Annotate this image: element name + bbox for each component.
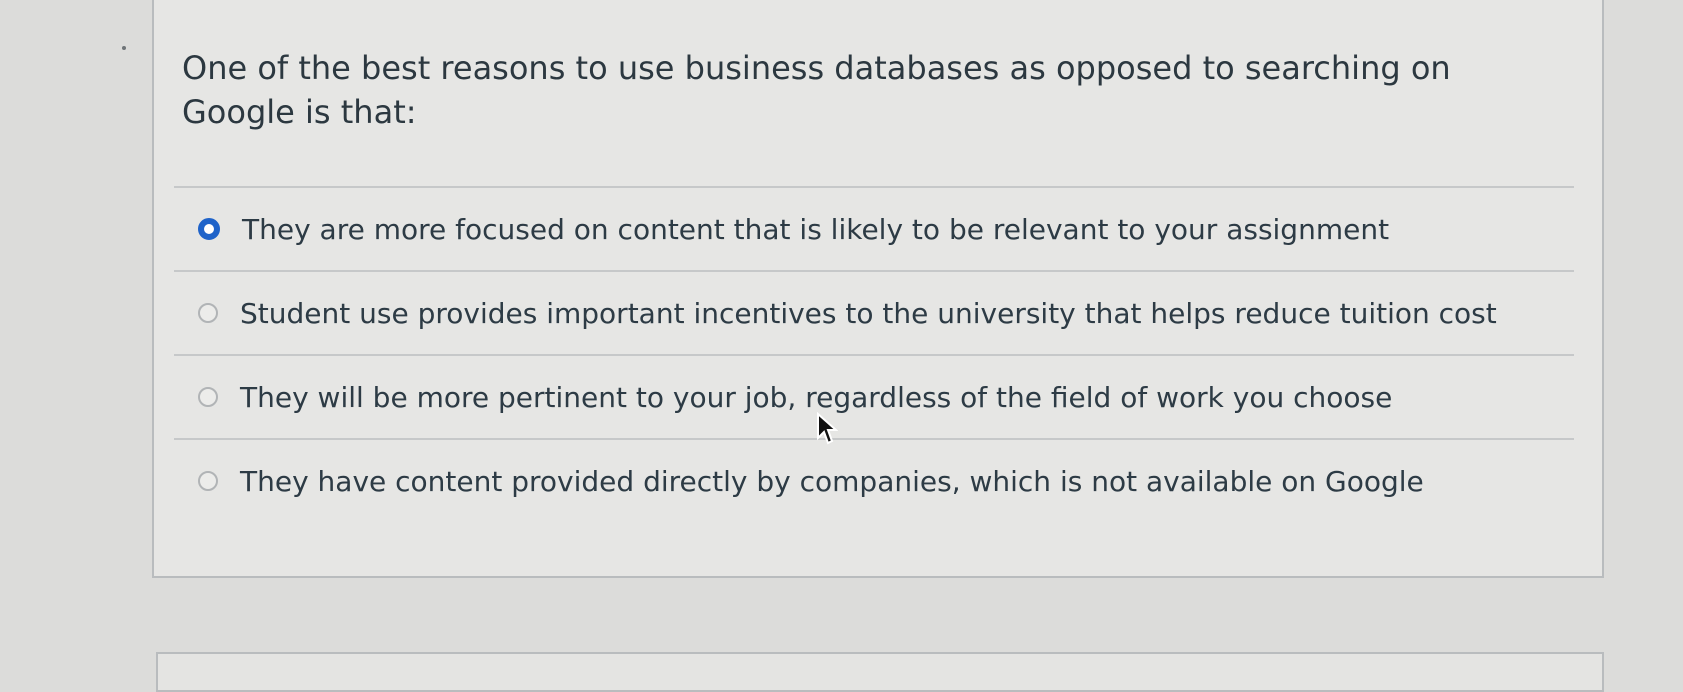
radio-unchecked-icon[interactable] [198, 387, 218, 407]
bullet-marker [122, 46, 126, 50]
mouse-pointer-icon [817, 412, 838, 445]
question-text: One of the best reasons to use business … [182, 49, 1451, 131]
answer-label-1: They are more focused on content that is… [242, 212, 1390, 246]
answer-option-2[interactable]: Student use provides important incentive… [174, 270, 1574, 354]
radio-unchecked-icon[interactable] [198, 471, 218, 491]
answer-label-3: They will be more pertinent to your job,… [240, 380, 1393, 414]
answer-list: They are more focused on content that is… [174, 186, 1574, 522]
answer-label-2: Student use provides important incentive… [240, 296, 1497, 330]
answer-label-4: They have content provided directly by c… [240, 464, 1424, 498]
question-card: One of the best reasons to use business … [122, 0, 1604, 578]
answer-option-4[interactable]: They have content provided directly by c… [174, 438, 1574, 522]
answer-option-3[interactable]: They will be more pertinent to your job,… [174, 354, 1574, 438]
radio-unchecked-icon[interactable] [198, 303, 218, 323]
next-question-card [156, 652, 1604, 692]
radio-checked-icon[interactable] [198, 218, 220, 240]
answer-option-1[interactable]: They are more focused on content that is… [174, 186, 1574, 270]
